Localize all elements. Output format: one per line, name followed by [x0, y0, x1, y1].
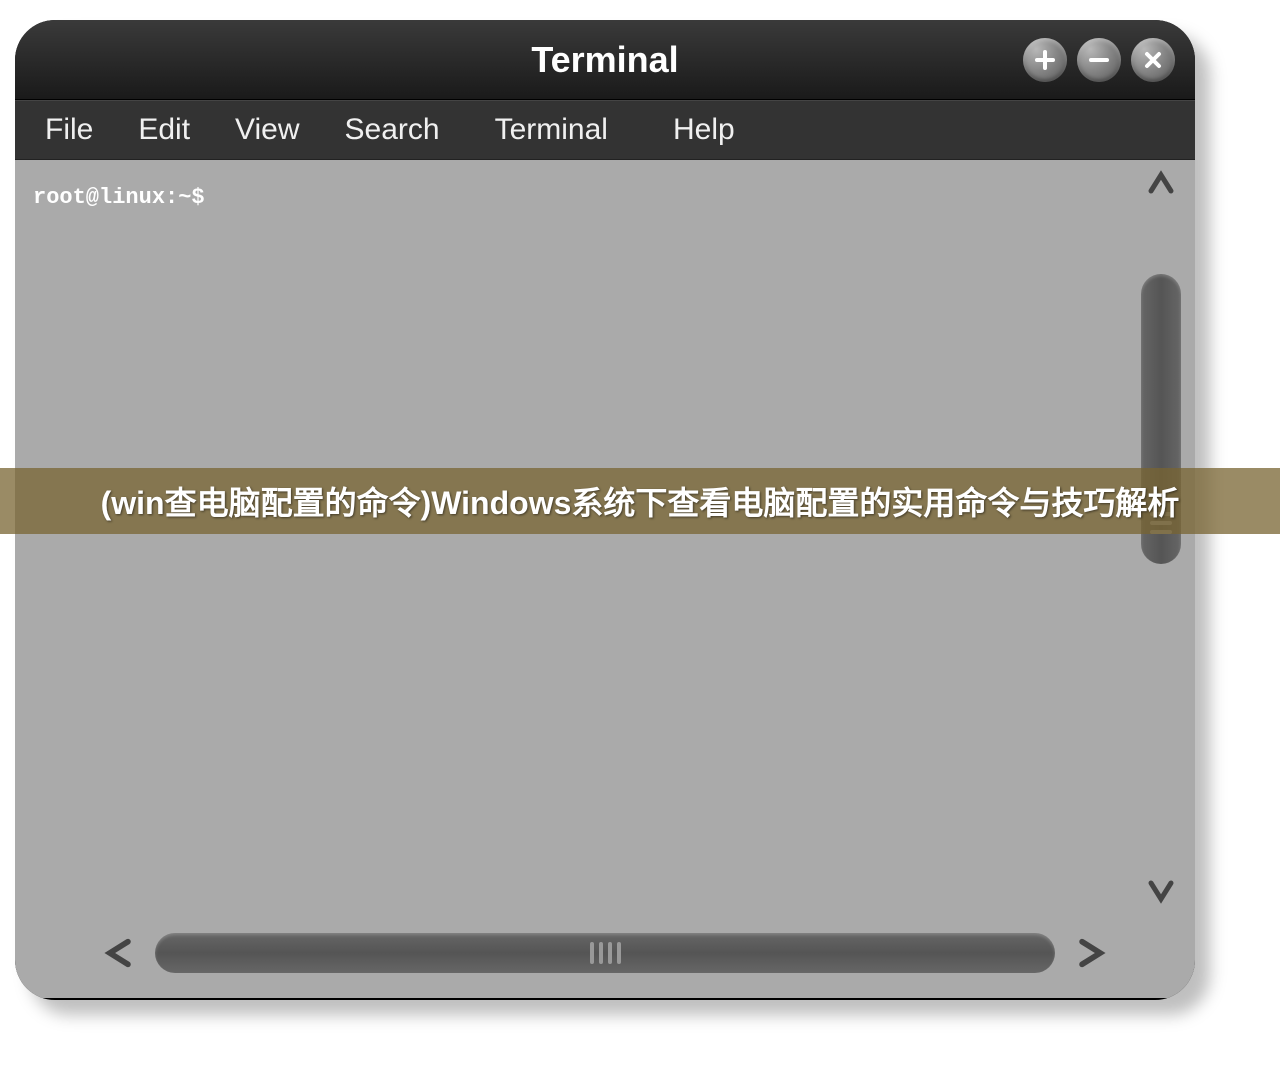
scroll-right-arrow-icon[interactable]	[1065, 928, 1115, 978]
overlay-banner: (win查电脑配置的命令)Windows系统下查看电脑配置的实用命令与技巧解析	[0, 468, 1280, 534]
scroll-grip-icon	[599, 942, 603, 964]
scroll-grip-icon	[617, 942, 621, 964]
terminal-body: root@linux:~$	[15, 160, 1195, 998]
scroll-down-arrow-icon[interactable]	[1143, 872, 1179, 908]
menubar: File Edit View Search Terminal Help	[15, 100, 1195, 160]
horizontal-scrollbar	[95, 928, 1115, 978]
overlay-text: (win查电脑配置的命令)Windows系统下查看电脑配置的实用命令与技巧解析	[101, 478, 1180, 524]
menu-edit[interactable]: Edit	[138, 113, 190, 147]
horizontal-scroll-thumb[interactable]	[155, 933, 1055, 973]
prompt-line: root@linux:~$	[33, 185, 1117, 210]
vertical-scrollbar	[1139, 166, 1183, 908]
minimize-button[interactable]	[1077, 38, 1121, 82]
menu-view[interactable]: View	[235, 113, 299, 147]
close-button[interactable]	[1131, 38, 1175, 82]
close-icon	[1141, 48, 1165, 72]
horizontal-scroll-track[interactable]	[155, 933, 1055, 973]
plus-icon	[1033, 48, 1057, 72]
terminal-content[interactable]: root@linux:~$	[15, 160, 1135, 918]
titlebar: Terminal	[15, 20, 1195, 100]
scroll-grip-icon	[590, 942, 594, 964]
vertical-scroll-track[interactable]	[1141, 206, 1181, 868]
menu-file[interactable]: File	[45, 113, 93, 147]
window-controls	[1023, 38, 1175, 82]
scroll-up-arrow-icon[interactable]	[1143, 166, 1179, 202]
scroll-left-arrow-icon[interactable]	[95, 928, 145, 978]
window-title: Terminal	[531, 39, 678, 81]
menu-terminal[interactable]: Terminal	[495, 113, 608, 147]
menu-search[interactable]: Search	[345, 113, 440, 147]
minus-icon	[1087, 48, 1111, 72]
scroll-grip-icon	[608, 942, 612, 964]
maximize-button[interactable]	[1023, 38, 1067, 82]
menu-help[interactable]: Help	[673, 113, 735, 147]
